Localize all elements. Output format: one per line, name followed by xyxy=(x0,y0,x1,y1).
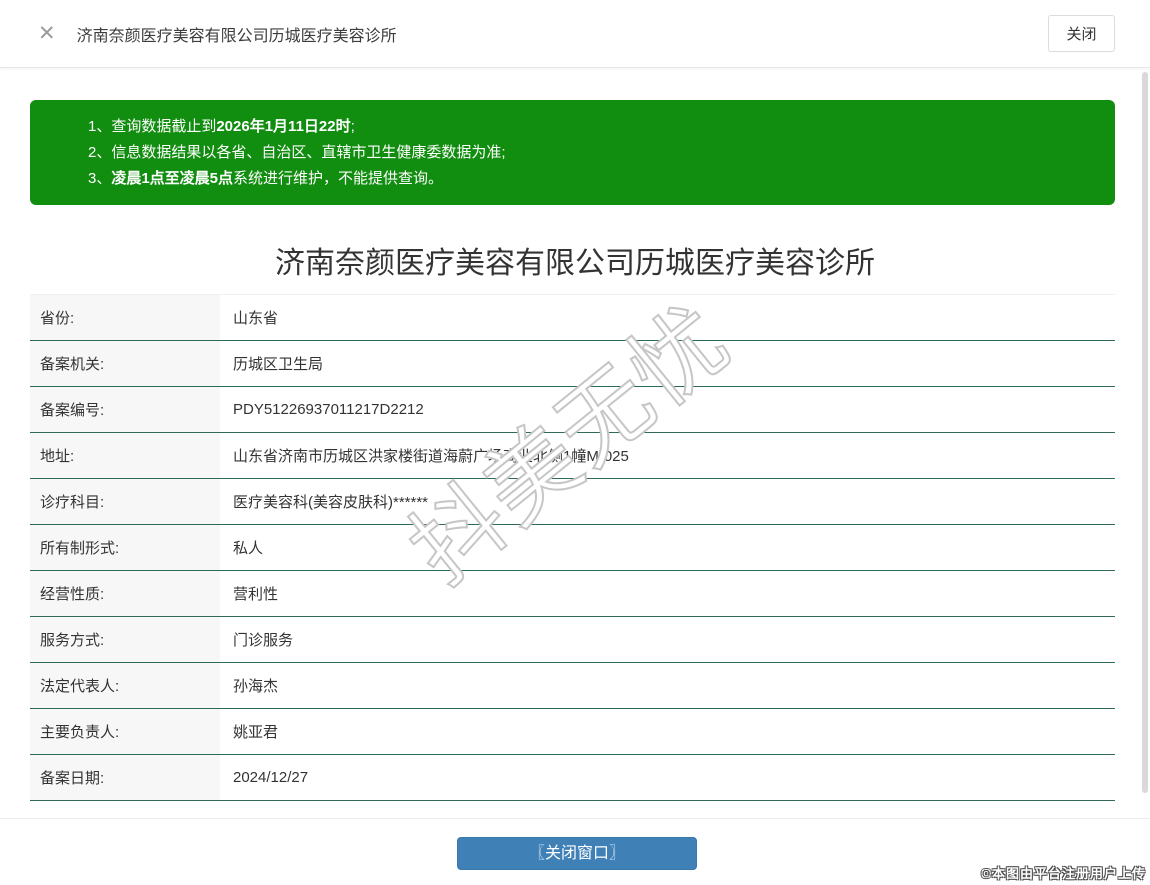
notice-text: 3、 xyxy=(88,170,111,187)
row-value: 山东省济南市历城区洪家楼街道海蔚广场商业北侧1幢M-025 xyxy=(220,433,1115,478)
row-label: 主要负责人: xyxy=(30,709,220,754)
notice-text: 2、信息数据结果以各省、自治区、直辖市卫生健康委数据为准; xyxy=(88,144,506,161)
notice-text: 1、查询数据截止到 xyxy=(88,118,216,135)
close-window-button[interactable]: 〖关闭窗口〗 xyxy=(457,837,697,870)
table-row: 所有制形式: 私人 xyxy=(30,525,1115,571)
row-label: 诊疗科目: xyxy=(30,479,220,524)
window-title: 济南奈颜医疗美容有限公司历城医疗美容诊所 xyxy=(77,22,397,46)
notice-text: 系统进行维护，不能提供查询。 xyxy=(233,170,443,187)
row-value: 私人 xyxy=(220,525,1115,570)
row-label: 地址: xyxy=(30,433,220,478)
table-row: 诊疗科目: 医疗美容科(美容皮肤科)****** xyxy=(30,479,1115,525)
row-label: 备案日期: xyxy=(30,755,220,800)
detail-table: 省份: 山东省 备案机关: 历城区卫生局 备案编号: PDY5122693701… xyxy=(30,294,1115,801)
notice-item: 1、查询数据截止到2026年1月11日22时; xyxy=(88,114,1095,140)
table-row: 备案日期: 2024/12/27 xyxy=(30,755,1115,801)
table-row: 备案编号: PDY51226937011217D2212 xyxy=(30,387,1115,433)
row-value: PDY51226937011217D2212 xyxy=(220,387,1115,432)
row-value: 孙海杰 xyxy=(220,663,1115,708)
row-label: 服务方式: xyxy=(30,617,220,662)
page-title: 济南奈颜医疗美容有限公司历城医疗美容诊所 xyxy=(0,238,1150,282)
table-row: 法定代表人: 孙海杰 xyxy=(30,663,1115,709)
row-label: 省份: xyxy=(30,295,220,340)
credit-watermark: ©本图由平台注册用户上传 xyxy=(981,863,1146,882)
notice-bold-text: 2026年1月11日22时 xyxy=(216,118,350,135)
row-label: 备案机关: xyxy=(30,341,220,386)
row-value: 历城区卫生局 xyxy=(220,341,1115,386)
table-row: 备案机关: 历城区卫生局 xyxy=(30,341,1115,387)
close-button[interactable]: 关闭 xyxy=(1048,15,1115,52)
notice-text: ; xyxy=(351,118,355,135)
row-label: 备案编号: xyxy=(30,387,220,432)
row-label: 经营性质: xyxy=(30,571,220,616)
row-value: 2024/12/27 xyxy=(220,755,1115,800)
row-label: 所有制形式: xyxy=(30,525,220,570)
row-value: 门诊服务 xyxy=(220,617,1115,662)
notice-item: 2、信息数据结果以各省、自治区、直辖市卫生健康委数据为准; xyxy=(88,140,1095,166)
scrollbar[interactable] xyxy=(1142,72,1148,793)
notice-item: 3、凌晨1点至凌晨5点系统进行维护，不能提供查询。 xyxy=(88,166,1095,192)
table-row: 省份: 山东省 xyxy=(30,295,1115,341)
table-row: 地址: 山东省济南市历城区洪家楼街道海蔚广场商业北侧1幢M-025 xyxy=(30,433,1115,479)
top-bar: ✕ 济南奈颜医疗美容有限公司历城医疗美容诊所 关闭 xyxy=(0,0,1150,68)
close-icon[interactable]: ✕ xyxy=(38,23,56,44)
row-value: 姚亚君 xyxy=(220,709,1115,754)
row-value: 营利性 xyxy=(220,571,1115,616)
section-divider xyxy=(0,818,1150,819)
row-label: 法定代表人: xyxy=(30,663,220,708)
row-value: 医疗美容科(美容皮肤科)****** xyxy=(220,479,1115,524)
notice-bold-text: 凌晨1点至凌晨5点 xyxy=(111,170,233,187)
table-row: 主要负责人: 姚亚君 xyxy=(30,709,1115,755)
notice-box: 1、查询数据截止到2026年1月11日22时; 2、信息数据结果以各省、自治区、… xyxy=(30,100,1115,205)
row-value: 山东省 xyxy=(220,295,1115,340)
table-row: 经营性质: 营利性 xyxy=(30,571,1115,617)
table-row: 服务方式: 门诊服务 xyxy=(30,617,1115,663)
